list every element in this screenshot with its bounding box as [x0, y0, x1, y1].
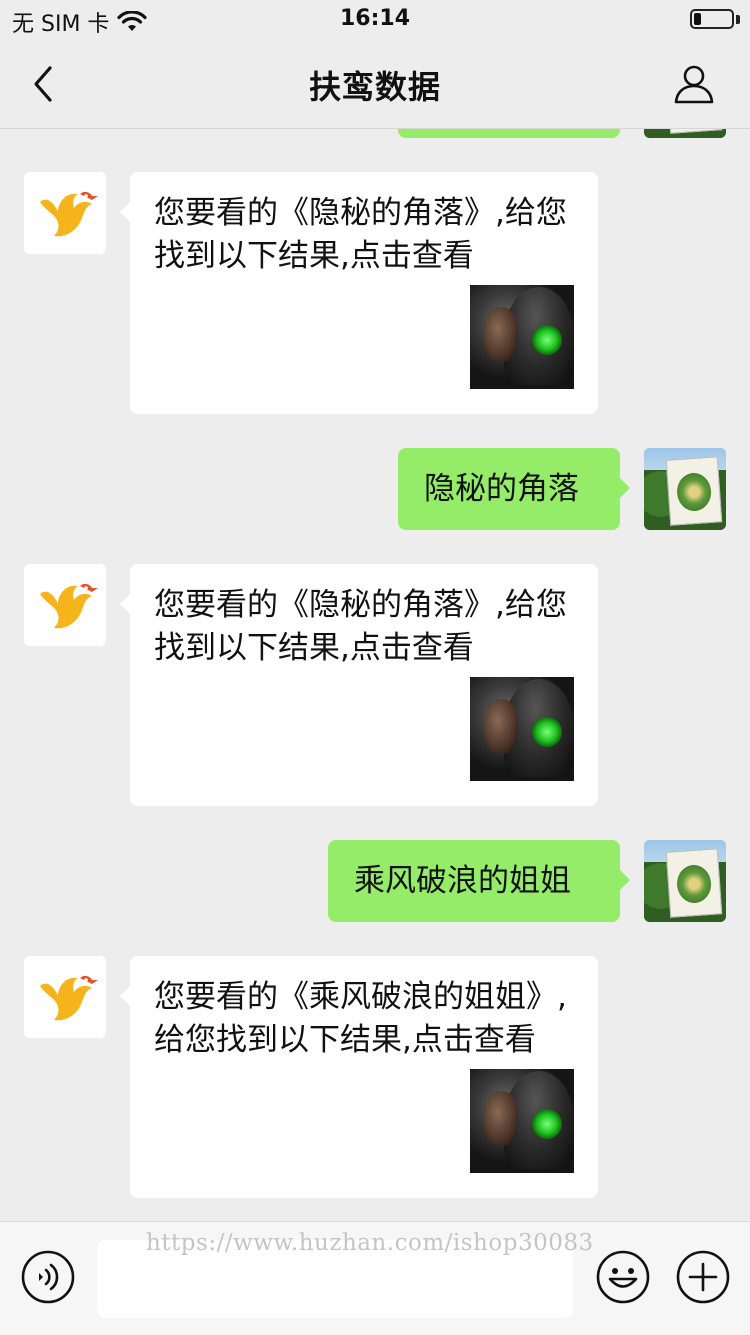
- result-thumbnail[interactable]: [470, 1069, 574, 1173]
- bot-message-text: 您要看的《隐秘的角落》,给您找到以下结果,点击查看: [154, 195, 567, 274]
- user-avatar[interactable]: [644, 840, 726, 922]
- status-time: 16:14: [339, 6, 411, 31]
- page-title: 扶鸾数据: [308, 68, 441, 106]
- bird-logo-icon: [40, 191, 98, 237]
- user-avatar-partial[interactable]: [644, 129, 726, 138]
- user-message-bubble[interactable]: 隐秘的角落: [398, 448, 630, 530]
- bot-avatar[interactable]: [24, 956, 106, 1038]
- bird-logo-icon: [40, 583, 98, 629]
- user-message-bubble[interactable]: 乘风破浪的姐姐: [328, 840, 630, 922]
- person-icon[interactable]: [672, 62, 716, 106]
- result-thumbnail[interactable]: [470, 285, 574, 389]
- message-input[interactable]: [97, 1240, 573, 1318]
- bot-message-card[interactable]: 您要看的《乘风破浪的姐姐》,给您找到以下结果,点击查看: [120, 956, 598, 1198]
- user-message-text: 乘风破浪的姐姐: [354, 863, 571, 899]
- nav-bar: 扶鸾数据: [0, 40, 750, 129]
- bot-message-text: 您要看的《隐秘的角落》,给您找到以下结果,点击查看: [154, 587, 567, 666]
- bot-message-text: 您要看的《乘风破浪的姐姐》,给您找到以下结果,点击查看: [154, 979, 567, 1058]
- status-bar: 无 SIM 卡 16:14: [0, 0, 750, 40]
- bot-message-card[interactable]: 您要看的《隐秘的角落》,给您找到以下结果,点击查看: [120, 564, 598, 806]
- user-avatar[interactable]: [644, 448, 726, 530]
- voice-icon[interactable]: [21, 1250, 75, 1304]
- battery-tip: [736, 15, 740, 24]
- battery-level: [694, 13, 701, 25]
- user-message-text: 隐秘的角落: [424, 471, 579, 507]
- battery-icon: [690, 9, 734, 29]
- bot-avatar[interactable]: [24, 172, 106, 254]
- result-thumbnail[interactable]: [470, 677, 574, 781]
- emoji-icon[interactable]: [596, 1250, 650, 1304]
- chat-area: 您要看的《隐秘的角落》,给您找到以下结果,点击查看 隐秘的角落 您要看的《隐秘的…: [0, 129, 750, 1221]
- input-bar: https://www.huzhan.com/ishop30083: [0, 1221, 750, 1335]
- bot-message-card[interactable]: 您要看的《隐秘的角落》,给您找到以下结果,点击查看: [120, 172, 598, 414]
- message-bubble-partial[interactable]: [398, 129, 620, 138]
- bird-logo-icon: [40, 975, 98, 1021]
- bot-avatar[interactable]: [24, 564, 106, 646]
- plus-icon[interactable]: [676, 1250, 730, 1304]
